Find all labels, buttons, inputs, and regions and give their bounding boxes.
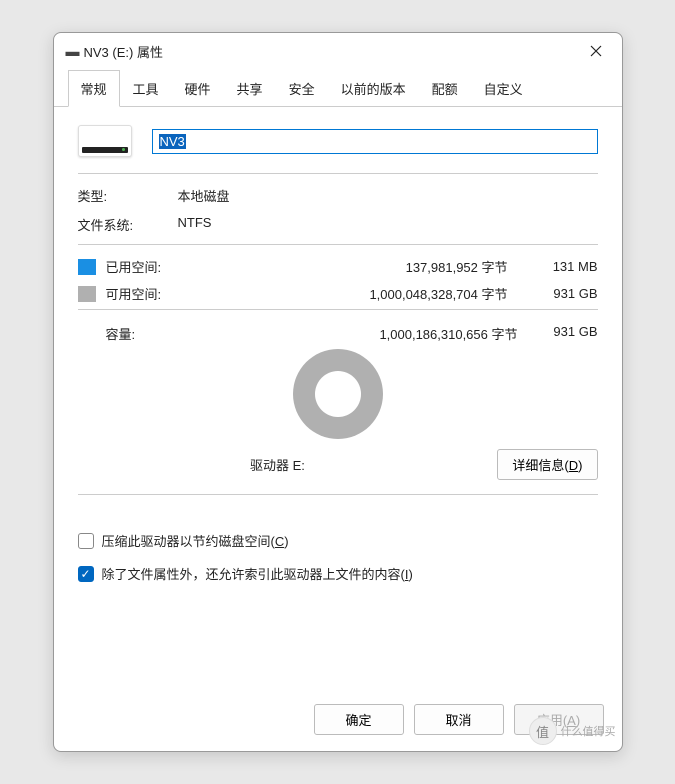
index-checkbox[interactable]: ✓ <box>78 566 94 582</box>
type-value: 本地磁盘 <box>178 186 230 205</box>
properties-dialog: ▬ NV3 (E:) 属性 常规 工具 硬件 共享 安全 以前的版本 配额 自定… <box>53 32 623 752</box>
usage-pie-chart <box>293 349 383 439</box>
index-label: 除了文件属性外，还允许索引此驱动器上文件的内容(I) <box>102 564 413 583</box>
tab-customize[interactable]: 自定义 <box>471 70 536 107</box>
window-title: NV3 (E:) 属性 <box>84 42 576 61</box>
cancel-button[interactable]: 取消 <box>414 704 504 735</box>
close-button[interactable] <box>576 36 616 66</box>
drive-name-input[interactable]: NV3 <box>152 129 598 154</box>
divider <box>78 173 598 174</box>
tab-sharing[interactable]: 共享 <box>224 70 276 107</box>
type-label: 类型: <box>78 186 178 205</box>
capacity-label: 容量: <box>78 324 206 343</box>
used-swatch-icon <box>78 259 96 275</box>
tab-bar: 常规 工具 硬件 共享 安全 以前的版本 配额 自定义 <box>54 69 622 107</box>
divider <box>78 494 598 495</box>
tab-content: NV3 类型:本地磁盘 文件系统:NTFS 已用空间: 137,981,952 … <box>54 107 622 692</box>
capacity-size: 931 GB <box>518 324 598 343</box>
free-label: 可用空间: <box>106 284 206 303</box>
drive-glyph-icon: ▬ <box>66 43 78 59</box>
used-size: 131 MB <box>518 259 598 274</box>
tab-tools[interactable]: 工具 <box>120 70 172 107</box>
capacity-bytes: 1,000,186,310,656 字节 <box>206 324 518 343</box>
drive-icon <box>78 125 132 157</box>
free-bytes: 1,000,048,328,704 字节 <box>216 284 508 303</box>
filesystem-value: NTFS <box>178 215 212 234</box>
divider <box>78 309 598 310</box>
tab-hardware[interactable]: 硬件 <box>172 70 224 107</box>
ok-button[interactable]: 确定 <box>314 704 404 735</box>
filesystem-label: 文件系统: <box>78 215 178 234</box>
tab-general[interactable]: 常规 <box>68 70 120 107</box>
tab-quota[interactable]: 配额 <box>419 70 471 107</box>
titlebar: ▬ NV3 (E:) 属性 <box>54 33 622 69</box>
watermark-badge-icon: 值 <box>529 717 557 745</box>
tab-previous-versions[interactable]: 以前的版本 <box>328 70 419 107</box>
free-size: 931 GB <box>518 286 598 301</box>
divider <box>78 244 598 245</box>
details-button[interactable]: 详细信息(D) <box>497 449 597 480</box>
watermark-text: 什么值得买 <box>561 723 616 739</box>
used-bytes: 137,981,952 字节 <box>216 257 508 276</box>
watermark: 值 什么值得买 <box>529 717 616 745</box>
drive-letter-label: 驱动器 E: <box>78 455 478 474</box>
compress-checkbox[interactable] <box>78 533 94 549</box>
compress-label: 压缩此驱动器以节约磁盘空间(C) <box>102 531 289 550</box>
close-icon <box>590 45 602 57</box>
free-swatch-icon <box>78 286 96 302</box>
tab-security[interactable]: 安全 <box>276 70 328 107</box>
used-label: 已用空间: <box>106 257 206 276</box>
